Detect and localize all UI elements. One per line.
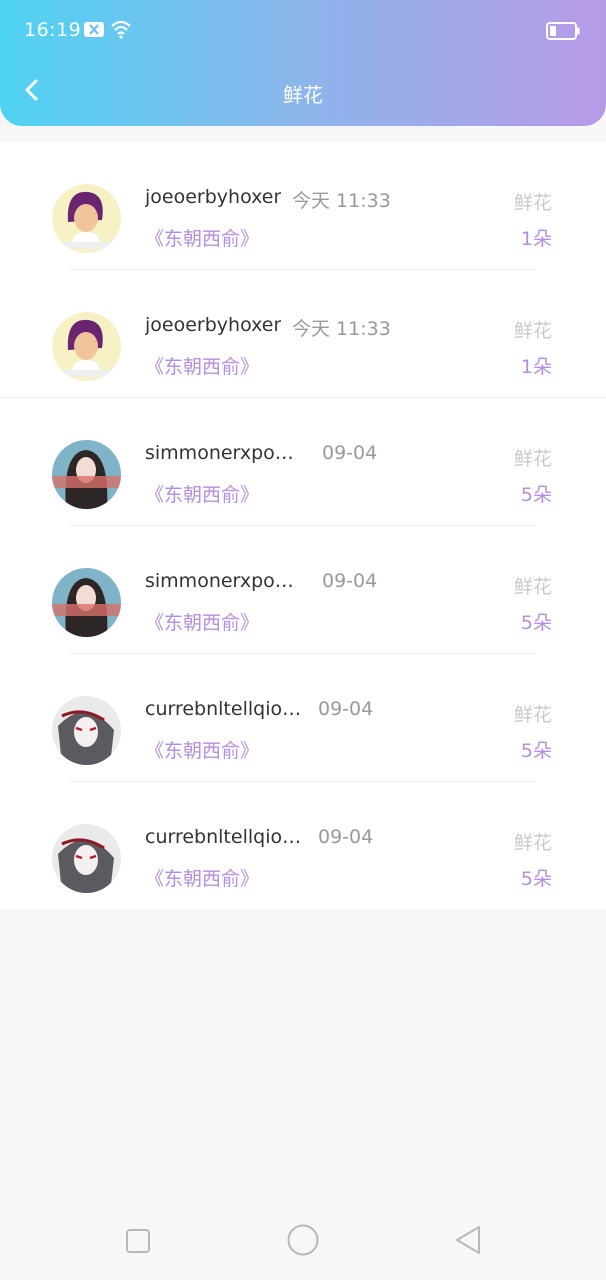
book-title[interactable]: 《东朝西俞》 (145, 864, 259, 891)
gift-count: 5朵 (520, 612, 552, 634)
gift-type-label: 鲜花 (513, 448, 552, 470)
avatar (52, 440, 121, 509)
timestamp: 09-04 (318, 698, 374, 720)
username: joeoerbyhoxer (145, 186, 282, 208)
list-item[interactable]: joeoerbyhoxer 今天 11:33 《东朝西俞》 鲜花 1朵 (0, 270, 606, 398)
status-time: 16:19 (24, 19, 82, 41)
book-title[interactable]: 《东朝西俞》 (145, 224, 259, 251)
username: simmonerxpoc... (145, 570, 303, 592)
gift-count: 5朵 (520, 484, 552, 506)
list-item[interactable]: currebnltellqiottu 09-04 《东朝西俞》 鲜花 5朵 (0, 654, 606, 782)
gift-count: 5朵 (520, 740, 552, 762)
system-nav-bar (0, 1200, 606, 1280)
list-item[interactable]: currebnltellqiottu 09-04 《东朝西俞》 鲜花 5朵 (0, 782, 606, 910)
book-title[interactable]: 《东朝西俞》 (145, 480, 259, 507)
book-title[interactable]: 《东朝西俞》 (145, 352, 259, 379)
timestamp: 今天 11:33 (292, 190, 391, 212)
username: currebnltellqiottu (145, 826, 303, 848)
list-item[interactable]: simmonerxpoc... 09-04 《东朝西俞》 鲜花 5朵 (0, 398, 606, 526)
gift-type-label: 鲜花 (513, 704, 552, 726)
header-bar: 16:19 鲜花 (0, 0, 606, 126)
timestamp: 09-04 (318, 826, 374, 848)
gift-type-label: 鲜花 (513, 832, 552, 854)
list-item[interactable]: joeoerbyhoxer 今天 11:33 《东朝西俞》 鲜花 1朵 (0, 142, 606, 270)
avatar (52, 184, 121, 253)
circle-icon[interactable] (287, 1224, 319, 1256)
page-title: 鲜花 (283, 83, 323, 107)
gift-count: 1朵 (520, 356, 552, 378)
username: simmonerxpoc... (145, 442, 303, 464)
username: currebnltellqiottu (145, 698, 303, 720)
avatar (52, 824, 121, 893)
username: joeoerbyhoxer (145, 314, 282, 336)
battery-icon (546, 22, 580, 40)
gift-count: 1朵 (520, 228, 552, 250)
timestamp: 09-04 (322, 570, 378, 592)
triangle-back-icon[interactable] (453, 1224, 483, 1256)
wifi-icon (111, 20, 131, 39)
notification-icon (84, 22, 104, 37)
gift-count: 5朵 (520, 868, 552, 890)
gift-type-label: 鲜花 (513, 576, 552, 598)
timestamp: 09-04 (322, 442, 378, 464)
gift-type-label: 鲜花 (513, 320, 552, 342)
timestamp: 今天 11:33 (292, 318, 391, 340)
list-item[interactable]: simmonerxpoc... 09-04 《东朝西俞》 鲜花 5朵 (0, 526, 606, 654)
book-title[interactable]: 《东朝西俞》 (145, 736, 259, 763)
avatar (52, 696, 121, 765)
square-icon[interactable] (125, 1228, 151, 1254)
avatar (52, 568, 121, 637)
avatar (52, 312, 121, 381)
gift-type-label: 鲜花 (513, 192, 552, 214)
flower-list: joeoerbyhoxer 今天 11:33 《东朝西俞》 鲜花 1朵 joeo… (0, 142, 606, 909)
book-title[interactable]: 《东朝西俞》 (145, 608, 259, 635)
